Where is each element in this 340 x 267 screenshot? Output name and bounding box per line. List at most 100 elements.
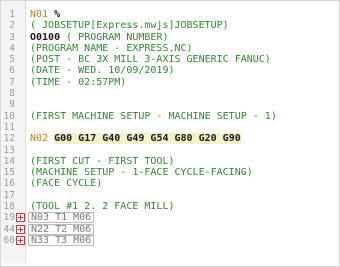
line-number: 13	[3, 144, 15, 156]
line-number: 7	[9, 76, 15, 88]
code-text: (PROGRAM NAME - EXPRESS.NC)	[28, 43, 193, 54]
code-line[interactable]: 1 N01 %	[1, 9, 339, 20]
collapsed-block[interactable]: N03 T1 M06	[28, 212, 95, 224]
code-line[interactable]: 7 (TIME - 02:57PM)	[1, 77, 339, 88]
code-token: (MACHINE SETUP - 1-FACE CYCLE-FACING)	[30, 167, 253, 179]
code-line[interactable]: 19 N03 T1 M06	[1, 212, 339, 224]
line-number: 17	[3, 189, 15, 201]
expand-fold-icon[interactable]	[16, 224, 25, 234]
expand-fold-icon[interactable]	[16, 213, 25, 223]
code-line[interactable]: 10 (FIRST MACHINE SETUP - MACHINE SETUP -…	[1, 111, 339, 122]
collapsed-block[interactable]: N22 T2 M06	[28, 223, 95, 235]
code-line[interactable]: 16 (FACE CYCLE)	[1, 178, 339, 189]
code-line[interactable]: 2 ( JOBSETUP[Express.mwjs]JOBSETUP)	[1, 20, 339, 31]
code-line[interactable]: 15 (MACHINE SETUP - 1-FACE CYCLE-FACING)	[1, 167, 339, 178]
code-token: %	[54, 9, 61, 20]
line-number: 14	[3, 155, 15, 167]
code-token: N22 T2 M06	[31, 223, 92, 235]
code-text: (TIME - 02:57PM)	[28, 77, 126, 88]
code-text: (POST - BC 3X MILL 3-AXIS GENERIC FANUC)	[28, 54, 271, 65]
code-line[interactable]: 17	[1, 190, 339, 201]
code-text: (FACE CYCLE)	[28, 178, 102, 189]
code-token: (PROGRAM NAME - EXPRESS.NC)	[30, 42, 193, 54]
code-line[interactable]: 4 (PROGRAM NAME - EXPRESS.NC)	[1, 43, 339, 54]
code-token: (FACE CYCLE)	[30, 178, 103, 190]
line-number: 60	[3, 234, 15, 246]
code-token: G00 G17 G40 G49 G54 G80 G20 G90	[54, 133, 241, 145]
code-line[interactable]: 60 N33 T3 M06	[1, 234, 339, 247]
line-number: 2	[9, 20, 15, 32]
code-text: (FIRST CUT - FIRST TOOL)	[28, 156, 175, 167]
code-lines: 1 N01 % 2 ( JOBSETUP[Express.mwjs]JOBSETUP)…	[1, 9, 339, 247]
line-number: 10	[3, 110, 15, 122]
code-text: O0100 ( PROGRAM NUMBER)	[28, 32, 168, 43]
line-number: 15	[3, 167, 15, 179]
code-line[interactable]: 12 N02 G00 G17 G40 G49 G54 G80 G20 G90	[1, 133, 339, 145]
code-line[interactable]: 6 (DATE - WED. 10/09/2019)	[1, 65, 339, 76]
line-number: 16	[3, 178, 15, 190]
code-line[interactable]: 14 (FIRST CUT - FIRST TOOL)	[1, 156, 339, 167]
line-number: 11	[3, 121, 15, 133]
code-text: (FIRST MACHINE SETUP - MACHINE SETUP - 1…	[28, 111, 277, 122]
line-number: 4	[9, 42, 15, 54]
line-number: 18	[3, 201, 15, 213]
line-number: 9	[9, 99, 15, 111]
code-line[interactable]: 3 O0100 ( PROGRAM NUMBER)	[1, 32, 339, 43]
editor-bottom-edge	[1, 260, 339, 266]
line-number: 3	[9, 31, 15, 43]
line-number: 5	[9, 54, 15, 66]
code-token: (DATE - WED. 10/09/2019)	[30, 65, 175, 77]
code-token: N33 T3 M06	[31, 235, 92, 247]
code-token: (TOOL #1 2. 2 FACE MILL)	[30, 201, 175, 213]
code-token: (FIRST CUT - FIRST TOOL)	[30, 155, 175, 167]
code-line[interactable]: 11	[1, 122, 339, 133]
code-line[interactable]: 5 (POST - BC 3X MILL 3-AXIS GENERIC FANUC…	[1, 54, 339, 65]
code-token: (TIME - 02:57PM)	[30, 76, 127, 88]
line-number: 19	[3, 212, 15, 224]
code-line[interactable]: 18 (TOOL #1 2. 2 FACE MILL)	[1, 201, 339, 212]
code-line[interactable]: 13	[1, 145, 339, 156]
code-text: (TOOL #1 2. 2 FACE MILL)	[28, 201, 175, 212]
line-number: 8	[9, 88, 15, 100]
code-text: (MACHINE SETUP - 1-FACE CYCLE-FACING)	[28, 167, 253, 178]
line-number: 44	[3, 223, 15, 235]
code-token: N03 T1 M06	[31, 212, 92, 224]
code-editor[interactable]: 1 N01 % 2 ( JOBSETUP[Express.mwjs]JOBSETUP)…	[0, 0, 340, 267]
code-text: N02 G00 G17 G40 G49 G54 G80 G20 G90	[28, 133, 241, 145]
code-text: N01 %	[28, 9, 60, 20]
code-text: ( JOBSETUP[Express.mwjs]JOBSETUP)	[28, 20, 229, 31]
code-text: (DATE - WED. 10/09/2019)	[28, 65, 175, 76]
code-token: N01	[30, 9, 55, 20]
code-token: O0100	[30, 31, 61, 43]
line-number: 1	[9, 9, 15, 20]
code-token: (FIRST MACHINE SETUP - MACHINE SETUP - 1…	[30, 110, 277, 122]
code-line[interactable]: 9	[1, 99, 339, 110]
collapsed-block[interactable]: N33 T3 M06	[28, 235, 95, 247]
expand-fold-icon[interactable]	[16, 236, 25, 246]
code-token: ( JOBSETUP[Express.mwjs]JOBSETUP)	[30, 20, 229, 32]
code-line[interactable]: 44 N22 T2 M06	[1, 224, 339, 235]
line-number: 12	[3, 133, 15, 145]
code-token: (POST - BC 3X MILL 3-AXIS GENERIC FANUC)	[30, 54, 271, 66]
code-token: ( PROGRAM NUMBER)	[60, 31, 169, 43]
code-line[interactable]: 8	[1, 88, 339, 99]
line-number: 6	[9, 65, 15, 77]
code-token: N02	[30, 133, 55, 145]
